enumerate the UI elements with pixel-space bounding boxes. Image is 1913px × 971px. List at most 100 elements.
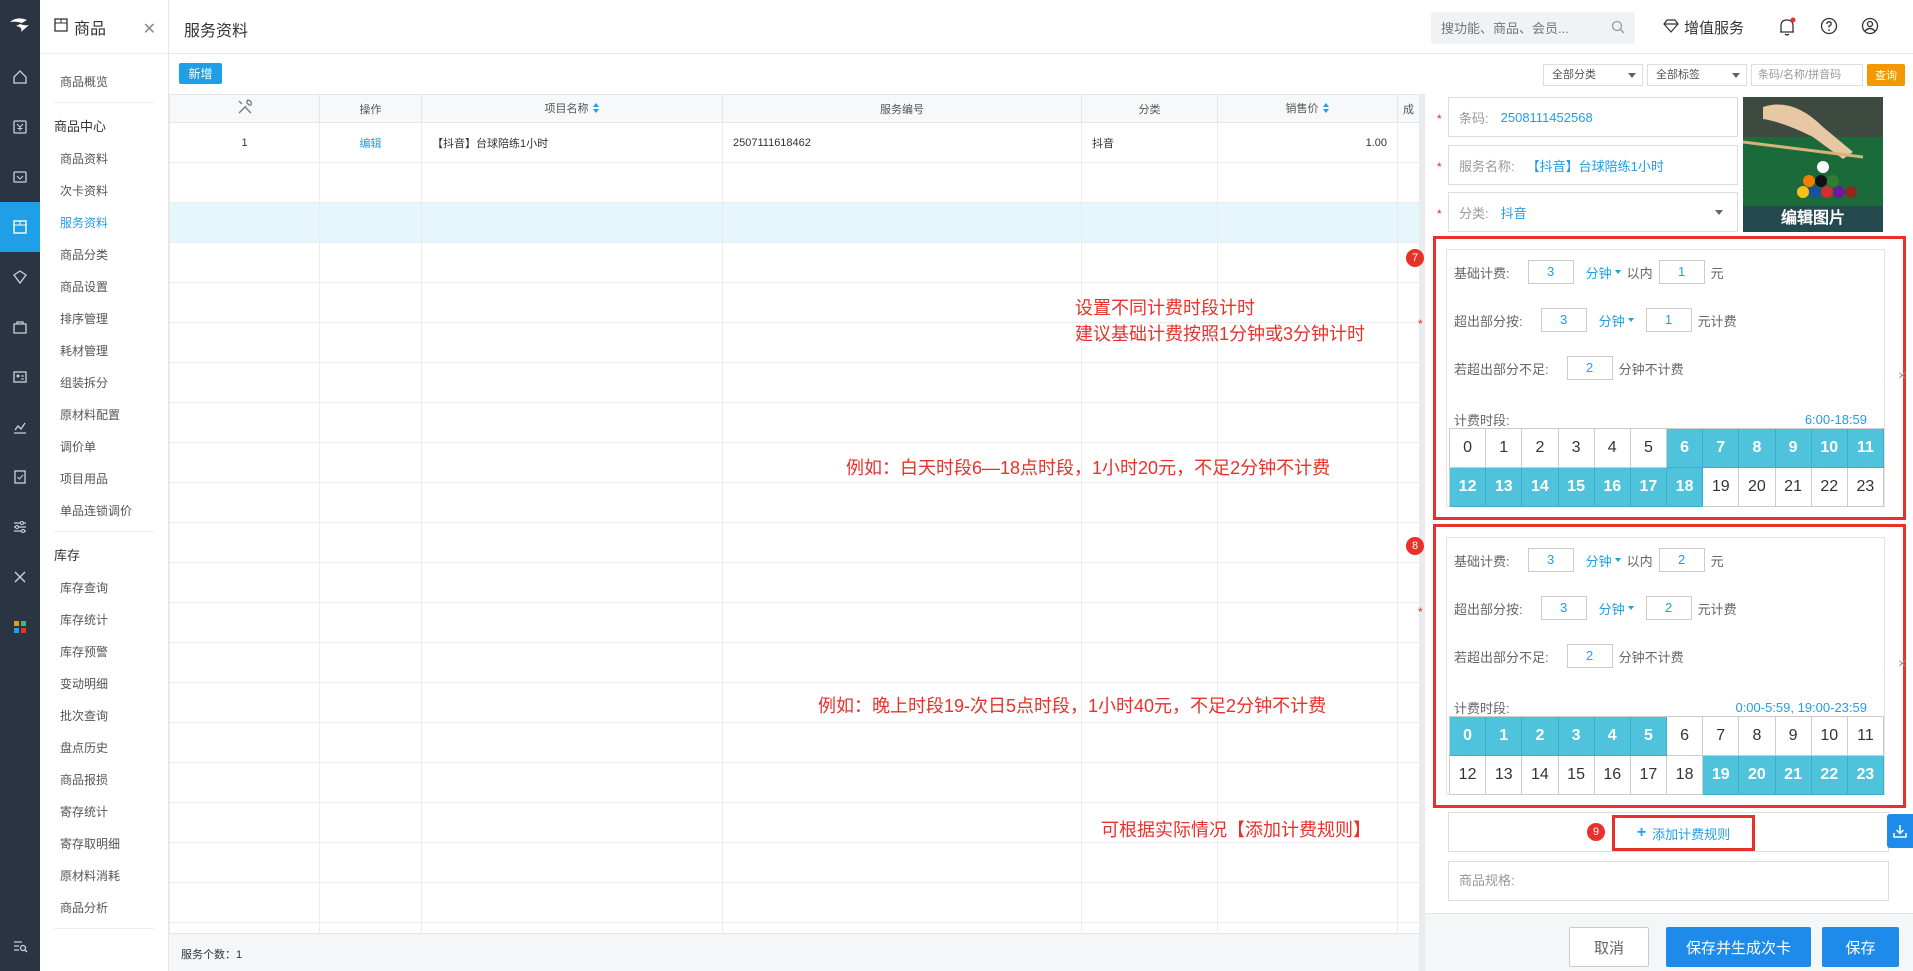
global-search-input[interactable] — [1441, 20, 1601, 36]
new-button[interactable]: 新增 — [179, 63, 222, 84]
hour-cell-0[interactable]: 0 — [1450, 429, 1487, 468]
hour-cell-4[interactable]: 4 — [1594, 429, 1631, 468]
sidebar-item[interactable]: 寄存取明细 — [40, 828, 168, 860]
sidebar-item[interactable]: 次卡资料 — [40, 175, 168, 207]
sidebar-item[interactable]: 单品连锁调价 — [40, 495, 168, 527]
value-added-service-button[interactable]: 增值服务 — [1663, 17, 1744, 38]
sort-icon[interactable] — [1322, 102, 1330, 117]
sidebar-item[interactable]: 库存查询 — [40, 572, 168, 604]
hour-cell-21[interactable]: 21 — [1775, 468, 1812, 507]
sidebar-item[interactable]: 商品分类 — [40, 239, 168, 271]
barcode-field[interactable]: 条码: 2508111452568 — [1448, 97, 1738, 137]
hour-cell-12[interactable]: 12 — [1450, 756, 1487, 795]
staff-icon[interactable] — [0, 352, 40, 402]
cancel-button[interactable]: 取消 — [1569, 927, 1649, 967]
over-minutes-input[interactable]: 3 — [1540, 596, 1587, 620]
hour-cell-22[interactable]: 22 — [1811, 468, 1848, 507]
column-settings[interactable] — [169, 94, 320, 123]
apps-icon[interactable] — [0, 602, 40, 652]
document-icon[interactable] — [0, 452, 40, 502]
sidebar-item[interactable]: 服务资料 — [40, 207, 168, 239]
hour-cell-10[interactable]: 10 — [1811, 429, 1848, 468]
spec-field[interactable]: 商品规格: — [1448, 861, 1889, 901]
hour-cell-19[interactable]: 19 — [1703, 468, 1740, 507]
hour-cell-6[interactable]: 6 — [1667, 717, 1704, 756]
category-select[interactable]: 全部分类 — [1543, 64, 1643, 86]
hour-cell-7[interactable]: 7 — [1703, 429, 1740, 468]
hour-cell-10[interactable]: 10 — [1811, 717, 1848, 756]
hour-cell-2[interactable]: 2 — [1522, 717, 1559, 756]
save-and-create-card-button[interactable]: 保存并生成次卡 — [1666, 927, 1811, 967]
wrench-icon[interactable] — [236, 99, 254, 119]
over-minutes-input[interactable]: 3 — [1540, 308, 1587, 332]
hour-cell-18[interactable]: 18 — [1667, 756, 1704, 795]
hour-cell-15[interactable]: 15 — [1558, 468, 1595, 507]
hour-cell-9[interactable]: 9 — [1775, 717, 1812, 756]
table-row[interactable]: 1 编辑 【抖音】台球陪练1小时 2507111618462 抖音 1.00 — [169, 122, 1419, 163]
hour-cell-13[interactable]: 13 — [1486, 756, 1523, 795]
short-minutes-input[interactable]: 2 — [1566, 356, 1613, 380]
add-rule-button[interactable]: + 添加计费规则 — [1612, 815, 1755, 851]
hour-cell-0[interactable]: 0 — [1450, 717, 1487, 756]
item-search-input[interactable]: 条码/名称/拼音码 — [1751, 64, 1863, 86]
over-price-input[interactable]: 2 — [1645, 596, 1692, 620]
settings-icon[interactable] — [0, 502, 40, 552]
sidebar-item[interactable]: 变动明细 — [40, 668, 168, 700]
over-price-input[interactable]: 1 — [1645, 308, 1692, 332]
cashier-icon[interactable] — [0, 102, 40, 152]
sidebar-item[interactable]: 排序管理 — [40, 303, 168, 335]
sidebar-item[interactable]: 商品分析 — [40, 892, 168, 924]
edit-image-button[interactable]: 编辑图片 — [1743, 206, 1883, 232]
hour-cell-21[interactable]: 21 — [1775, 756, 1812, 795]
sidebar-item[interactable]: 耗材管理 — [40, 335, 168, 367]
hour-cell-17[interactable]: 17 — [1630, 468, 1667, 507]
goods-icon[interactable] — [0, 202, 40, 252]
base-unit-dropdown[interactable]: 分钟 — [1586, 551, 1621, 570]
hour-cell-8[interactable]: 8 — [1739, 717, 1776, 756]
logo-icon[interactable] — [0, 0, 40, 52]
over-unit-dropdown[interactable]: 分钟 — [1599, 599, 1634, 618]
global-search[interactable] — [1431, 12, 1635, 44]
member-icon[interactable] — [0, 252, 40, 302]
hour-cell-1[interactable]: 1 — [1486, 429, 1523, 468]
edit-link[interactable]: 编辑 — [319, 122, 422, 163]
hour-cell-19[interactable]: 19 — [1703, 756, 1740, 795]
sidebar-item[interactable]: 库存预警 — [40, 636, 168, 668]
close-icon[interactable]: ✕ — [143, 19, 156, 39]
marketing-icon[interactable] — [0, 302, 40, 352]
column-header-name[interactable]: 项目名称 — [421, 94, 723, 123]
sidebar-item[interactable]: 原材料消耗 — [40, 860, 168, 892]
hour-cell-5[interactable]: 5 — [1630, 717, 1667, 756]
user-avatar-icon[interactable] — [1861, 17, 1879, 38]
sidebar-item[interactable]: 原材料配置 — [40, 399, 168, 431]
sidebar-item[interactable]: 批次查询 — [40, 700, 168, 732]
hour-cell-16[interactable]: 16 — [1594, 468, 1631, 507]
home-icon[interactable] — [0, 52, 40, 102]
download-icon[interactable] — [1887, 814, 1913, 848]
tools-icon[interactable] — [0, 552, 40, 602]
hour-cell-16[interactable]: 16 — [1594, 756, 1631, 795]
base-price-input[interactable]: 1 — [1658, 260, 1705, 284]
base-minutes-input[interactable]: 3 — [1527, 260, 1574, 284]
save-button[interactable]: 保存 — [1822, 927, 1899, 967]
hour-cell-17[interactable]: 17 — [1630, 756, 1667, 795]
query-button[interactable]: 查询 — [1867, 64, 1905, 86]
base-unit-dropdown[interactable]: 分钟 — [1586, 263, 1621, 282]
hour-cell-4[interactable]: 4 — [1594, 717, 1631, 756]
hour-cell-23[interactable]: 23 — [1847, 756, 1884, 795]
delete-rule-icon[interactable]: × — [1898, 367, 1906, 383]
base-minutes-input[interactable]: 3 — [1527, 548, 1574, 572]
hour-cell-3[interactable]: 3 — [1558, 429, 1595, 468]
sidebar-item[interactable]: 项目用品 — [40, 463, 168, 495]
hour-cell-5[interactable]: 5 — [1630, 429, 1667, 468]
service-image[interactable]: 编辑图片 — [1743, 97, 1883, 232]
hour-cell-12[interactable]: 12 — [1450, 468, 1487, 507]
sidebar-item[interactable]: 寄存统计 — [40, 796, 168, 828]
hour-cell-15[interactable]: 15 — [1558, 756, 1595, 795]
hour-cell-8[interactable]: 8 — [1739, 429, 1776, 468]
tag-select[interactable]: 全部标签 — [1647, 64, 1747, 86]
hour-cell-14[interactable]: 14 — [1522, 756, 1559, 795]
hour-cell-11[interactable]: 11 — [1847, 429, 1884, 468]
hour-cell-22[interactable]: 22 — [1811, 756, 1848, 795]
delete-rule-icon[interactable]: × — [1898, 655, 1906, 671]
